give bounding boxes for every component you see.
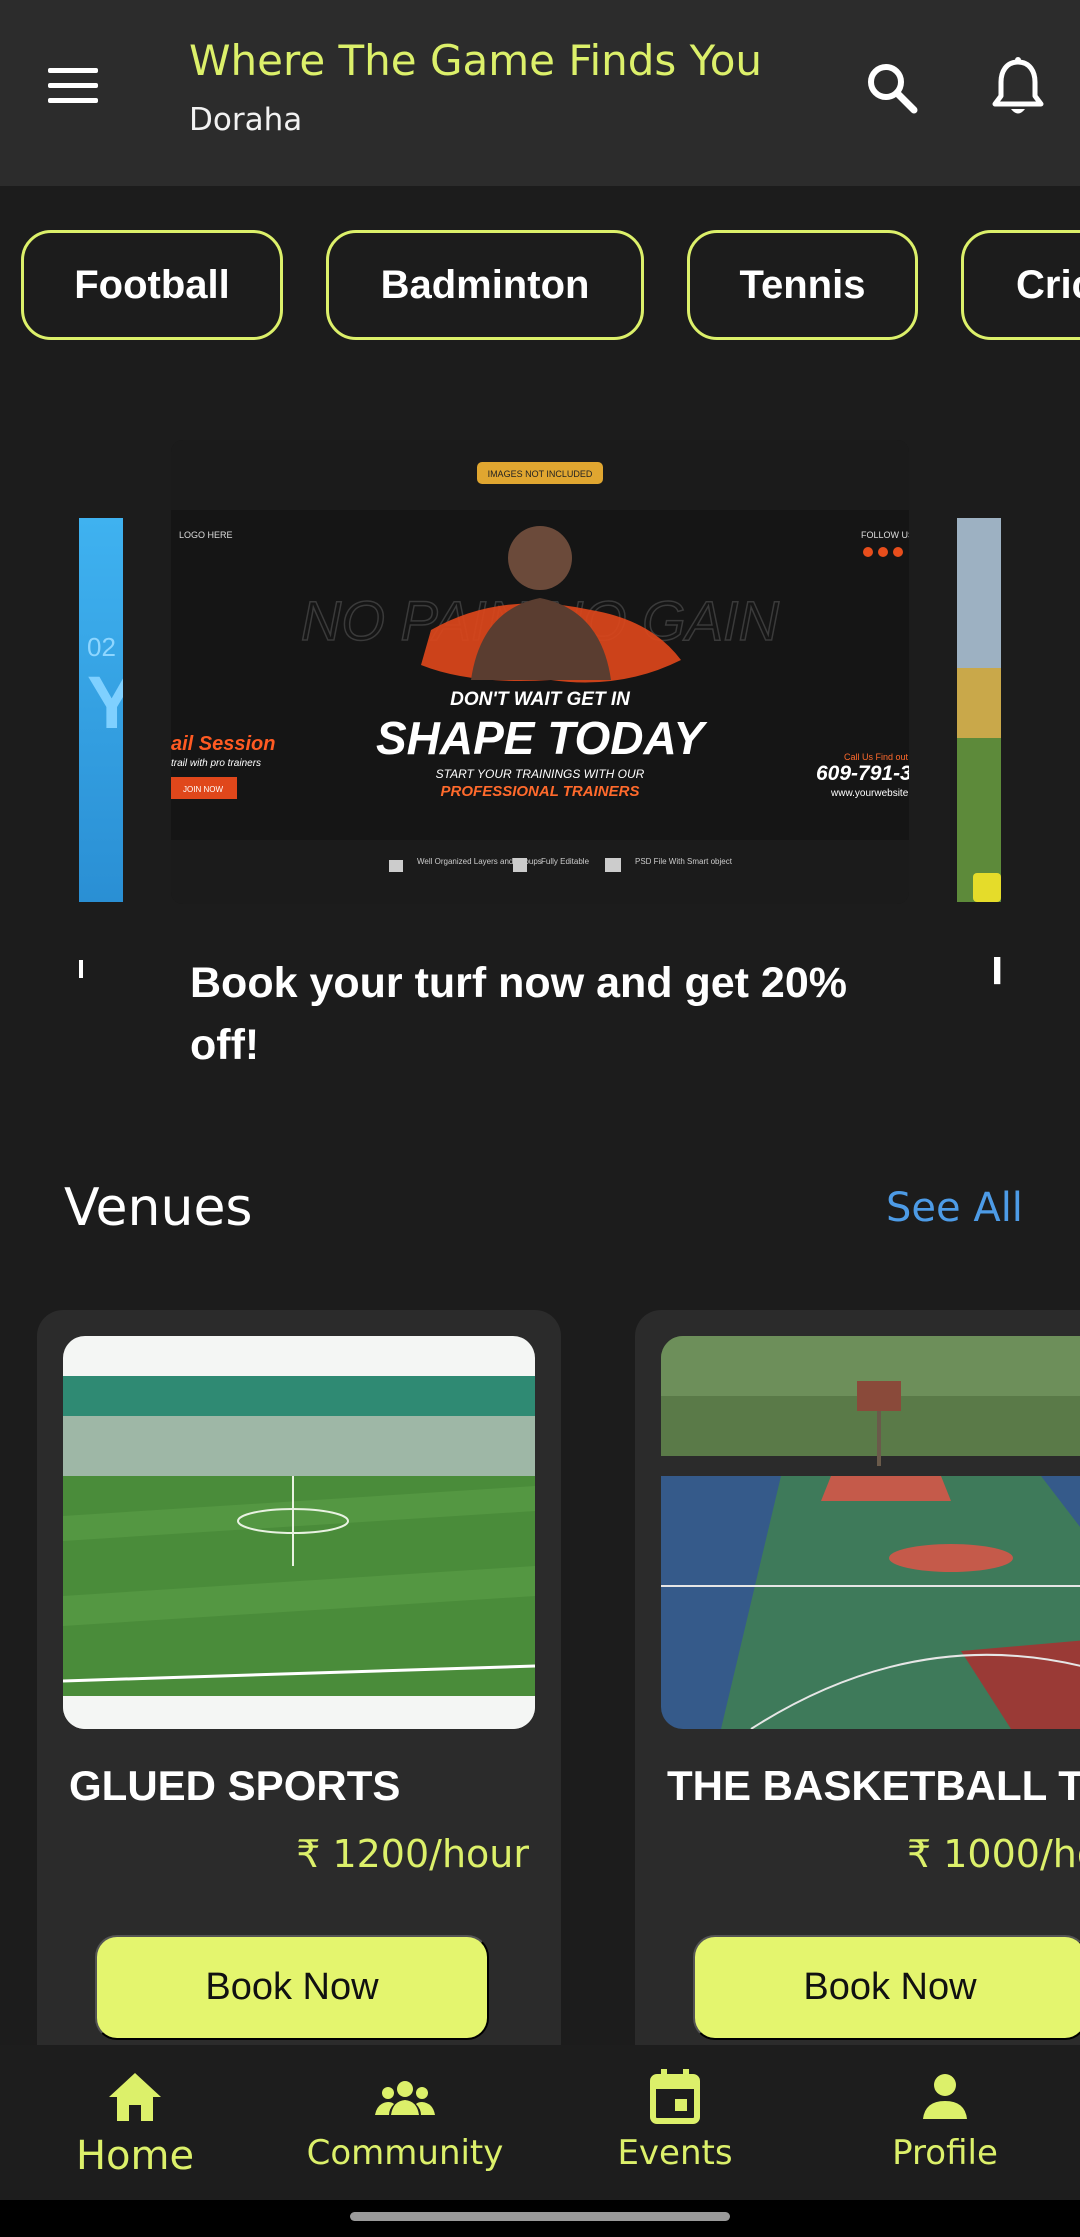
prev-caption-fragment (79, 960, 83, 978)
venue-image (661, 1336, 1080, 1729)
banner-headline-small: DON'T WAIT GET IN (450, 689, 631, 710)
svg-text:02: 02 (87, 632, 116, 662)
nav-profile-label: Profile (892, 2133, 998, 2173)
menu-icon[interactable] (48, 68, 98, 108)
person-icon (923, 2074, 967, 2119)
book-now-button[interactable]: Book Now (95, 1935, 489, 2040)
nav-community-label: Community (306, 2133, 504, 2173)
home-icon (109, 2073, 161, 2121)
banner-join: JOIN NOW (183, 785, 223, 794)
venue-price: ₹ 1200/hour (296, 1832, 529, 1876)
notification-bell-icon[interactable] (988, 56, 1048, 120)
banner-sub1: START YOUR TRAININGS WITH OUR (436, 767, 645, 781)
banner-feature-2: Fully Editable (541, 857, 590, 866)
next-caption-fragment: l (991, 952, 1004, 993)
banner-tag: IMAGES NOT INCLUDED (488, 469, 593, 479)
banner-logo: LOGO HERE (179, 530, 233, 540)
app-bar: Where The Game Finds You Doraha (0, 0, 1080, 186)
venue-name: THE BASKETBALL TURF (667, 1762, 1080, 1809)
chip-cricket[interactable]: Cric (961, 230, 1080, 340)
venue-image (63, 1336, 535, 1729)
community-icon (375, 2081, 435, 2115)
promo-caption: Book your turf now and get 20% off! (190, 959, 847, 1069)
banner-phone: 609-791-35 (816, 762, 909, 785)
banner-website: www.yourwebsite. (830, 788, 909, 799)
nav-community[interactable]: Community (270, 2045, 540, 2200)
search-icon[interactable] (862, 58, 922, 118)
nav-events[interactable]: Events (540, 2045, 810, 2200)
venue-name: GLUED SPORTS (69, 1762, 401, 1809)
system-gesture-bar (0, 2200, 1080, 2237)
promo-banner[interactable]: IMAGES NOT INCLUDED LOGO HERE FOLLOW US … (171, 440, 909, 904)
chip-tennis[interactable]: Tennis (687, 230, 918, 340)
calendar-icon (650, 2069, 700, 2124)
nav-profile[interactable]: Profile (810, 2045, 1080, 2200)
svg-text:Y: Y (87, 661, 123, 744)
banner-follow: FOLLOW US (861, 530, 909, 540)
banner-feature-3: PSD File With Smart object (635, 857, 733, 866)
banner-sub2: PROFESSIONAL TRAINERS (441, 783, 640, 800)
venue-card[interactable]: GLUED SPORTS ₹ 1200/hour Book Now (37, 1310, 561, 2045)
banner-headline: SHAPE TODAY (376, 712, 708, 764)
book-now-button[interactable]: Book Now (693, 1935, 1080, 2040)
nav-events-label: Events (617, 2133, 733, 2173)
nav-home[interactable]: Home (0, 2045, 270, 2200)
banner-left-label: ail Session (171, 733, 276, 755)
promo-carousel[interactable]: Y 02 IMAGES NOT INCLUDED LOGO HERE FOLLO… (0, 440, 1080, 1080)
bottom-navigation: Home Community Events Profile (0, 2045, 1080, 2200)
chip-football[interactable]: Football (21, 230, 283, 340)
venues-title: Venues (64, 1178, 253, 1238)
banner-left-sub: trail with pro trainers (171, 758, 261, 769)
venue-card[interactable]: THE BASKETBALL TURF ₹ 1000/hour Book Now (635, 1310, 1080, 2045)
promo-banner-next[interactable] (957, 518, 1001, 902)
sport-filter-chips: Football Badminton Tennis Cric (0, 230, 1080, 342)
chip-badminton[interactable]: Badminton (326, 230, 644, 340)
nav-home-label: Home (75, 2133, 195, 2179)
see-all-link[interactable]: See All (886, 1185, 1023, 1231)
location-label[interactable]: Doraha (189, 102, 302, 138)
venue-price: ₹ 1000/hour (907, 1832, 1080, 1876)
app-title: Where The Game Finds You (189, 36, 763, 85)
banner-call: Call Us Find out (844, 752, 909, 762)
venues-list[interactable]: GLUED SPORTS ₹ 1200/hour Book Now THE BA… (0, 1310, 1080, 2045)
promo-banner-prev[interactable]: Y 02 (79, 518, 123, 902)
home-gesture-handle[interactable] (350, 2212, 730, 2221)
